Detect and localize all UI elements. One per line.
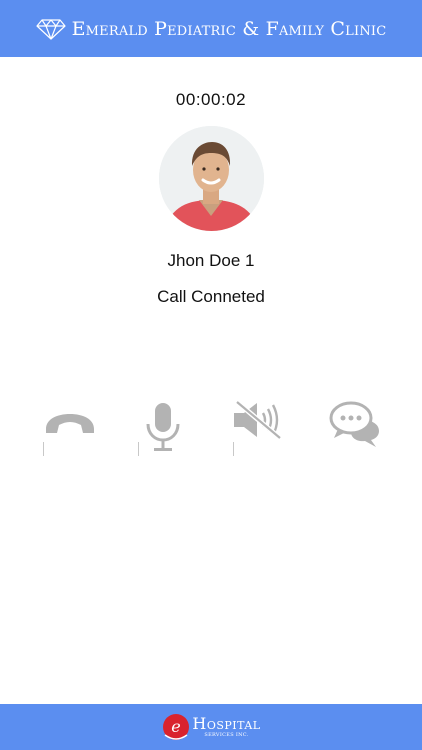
contact-name: Jhon Doe 1 [167, 251, 255, 270]
speaker-muted-icon [234, 400, 282, 440]
end-call-button[interactable] [35, 400, 105, 460]
chat-bubbles-icon [329, 401, 379, 447]
contact-avatar [159, 126, 264, 231]
microphone-icon [146, 403, 180, 451]
logo-text: Hospital [192, 714, 261, 733]
call-status: Call Conneted [157, 287, 265, 306]
chat-button[interactable] [320, 400, 390, 460]
call-timer: 00:00:02 [175, 90, 247, 109]
logo-letter: e [172, 717, 181, 736]
app-footer: e Hospital SERVICES INC. [0, 704, 422, 750]
logo-emblem-icon: e [163, 714, 190, 740]
clinic-title: Emerald Pediatric & Family Clinic [71, 17, 387, 40]
diamond-icon [35, 18, 66, 40]
control-divider [43, 442, 44, 456]
control-divider [138, 442, 139, 456]
app-header: Emerald Pediatric & Family Clinic [0, 0, 422, 57]
control-divider [233, 442, 234, 456]
call-controls [0, 400, 422, 460]
phone-icon [46, 414, 94, 433]
ehospital-logo: e Hospital SERVICES INC. [161, 710, 260, 744]
